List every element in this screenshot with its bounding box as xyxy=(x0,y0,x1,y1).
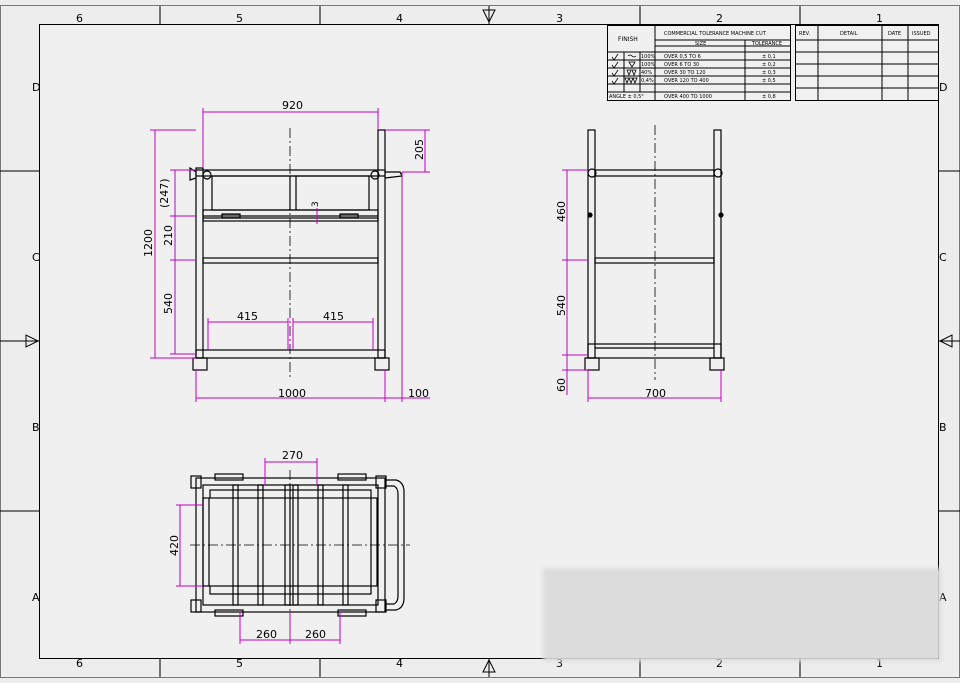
dim-420: 420 xyxy=(168,535,181,556)
finish-label: FINISH xyxy=(618,36,638,43)
dim-1200: 1200 xyxy=(142,229,155,257)
tol-row-3-tol: ± 0,3 xyxy=(762,70,776,76)
dim-270: 270 xyxy=(282,449,303,462)
tol-row-5-size: OVER 400 TO 1000 xyxy=(664,94,712,100)
dim-210: 210 xyxy=(162,225,175,246)
tol-row-2-pct: 100% xyxy=(641,62,656,68)
tol-row-1-tol: ± 0,1 xyxy=(762,54,776,60)
dim-700: 700 xyxy=(645,387,666,400)
dim-60: 60 xyxy=(555,378,568,392)
zone-col-top-2: 2 xyxy=(716,12,723,25)
tol-row-2-tol: ± 0,2 xyxy=(762,62,776,68)
tol-row-4-size: OVER 120 TO 400 xyxy=(664,78,709,84)
dim-247: (247) xyxy=(158,178,171,208)
dim-205: 205 xyxy=(413,139,426,160)
dim-540: 540 xyxy=(162,293,175,314)
tol-row-5-tol: ± 0,8 xyxy=(762,94,776,100)
issued-header: ISSUED xyxy=(912,31,931,37)
zone-row-right-c: C xyxy=(939,251,947,264)
zone-col-top-3: 3 xyxy=(556,12,563,25)
inner-border xyxy=(39,24,939,659)
zone-col-top-5: 5 xyxy=(236,12,243,25)
dim-415-left: 415 xyxy=(237,310,258,323)
zone-row-right-d: D xyxy=(939,81,947,94)
tol-row-1-pct: 100% xyxy=(641,54,656,60)
dim-260-right: 260 xyxy=(305,628,326,641)
tol-row-5-pct: ANGLE ± 0,5° xyxy=(609,94,644,100)
dim-415-right: 415 xyxy=(323,310,344,323)
size-header: SIZE xyxy=(695,41,706,47)
zone-col-bottom-5: 5 xyxy=(236,657,243,670)
dim-460: 460 xyxy=(555,201,568,222)
zone-col-top-6: 6 xyxy=(76,12,83,25)
zone-row-left-b: B xyxy=(32,421,40,434)
date-header: DATE xyxy=(888,31,901,37)
dim-1000: 1000 xyxy=(278,387,306,400)
blurred-title-block xyxy=(543,568,941,661)
tol-row-3-pct: 40% xyxy=(641,70,652,76)
tolerance-title: COMMERCIAL TOLERANCE MACHINE CUT xyxy=(664,31,767,37)
dim-540-side: 540 xyxy=(555,295,568,316)
dim-100: 100 xyxy=(408,387,429,400)
rev-header: REV. xyxy=(799,31,810,37)
tol-row-4-pct: 0,4% xyxy=(641,78,654,84)
tol-row-3-size: OVER 30 TO 120 xyxy=(664,70,706,76)
zone-col-top-1: 1 xyxy=(876,12,883,25)
detail-header: DETAIL xyxy=(840,31,858,37)
zone-col-bottom-6: 6 xyxy=(76,657,83,670)
zone-row-right-b: B xyxy=(939,421,947,434)
tolerance-header: TOLERANCE xyxy=(751,41,782,47)
zone-row-left-c: C xyxy=(32,251,40,264)
zone-col-bottom-4: 4 xyxy=(396,657,403,670)
dim-3: 3 xyxy=(311,201,321,207)
zone-col-top-4: 4 xyxy=(396,12,403,25)
zone-row-left-a: A xyxy=(32,591,40,604)
dim-920: 920 xyxy=(282,99,303,112)
dim-260-left: 260 xyxy=(256,628,277,641)
tol-row-2-size: OVER 6 TO 30 xyxy=(664,62,699,68)
tol-row-1-size: OVER 0,5 TO 6 xyxy=(664,54,701,60)
zone-row-left-d: D xyxy=(32,81,40,94)
tol-row-4-tol: ± 0,5 xyxy=(762,78,776,84)
